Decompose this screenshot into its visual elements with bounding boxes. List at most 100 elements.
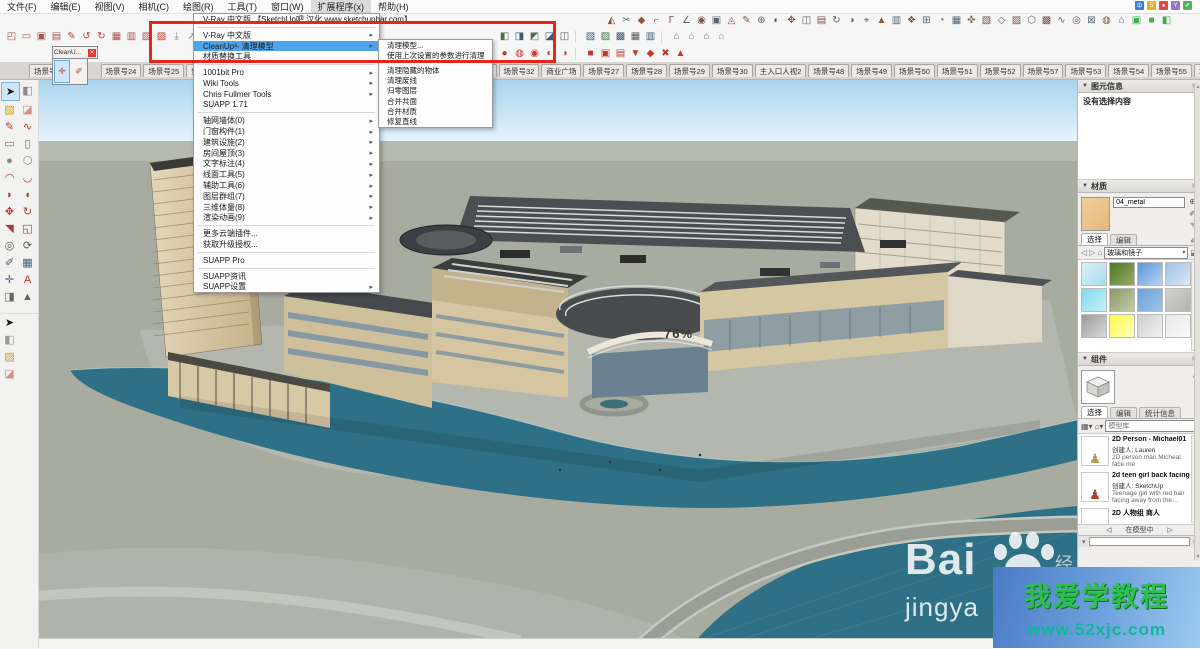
- palette-tool-icon[interactable]: ◨: [1, 288, 18, 305]
- menu-item[interactable]: Wiki Tools▸: [194, 78, 379, 89]
- scene-tab[interactable]: 场景号49: [851, 64, 892, 77]
- tool-icon[interactable]: ↻: [829, 13, 844, 28]
- tool-icon[interactable]: ◔: [934, 13, 949, 28]
- components-header[interactable]: ▼ 组件 ✕: [1078, 352, 1200, 366]
- tool-icon[interactable]: ⌂: [714, 29, 729, 44]
- tool-icon[interactable]: ▭: [19, 29, 34, 44]
- material-swatch[interactable]: [1137, 314, 1163, 338]
- entity-info-header[interactable]: ▼ 图元信息 ✕: [1078, 79, 1200, 93]
- menubar-item[interactable]: 视图(V): [88, 0, 132, 13]
- scene-tab[interactable]: 场景号51: [937, 64, 978, 77]
- menu-item[interactable]: 辅助工具(6)▸: [194, 180, 379, 191]
- tool-icon[interactable]: ▲: [874, 13, 889, 28]
- tool-icon[interactable]: ⬡: [1024, 13, 1039, 28]
- tool-icon[interactable]: ◇: [994, 13, 1009, 28]
- home-icon[interactable]: ⌂: [1097, 248, 1102, 257]
- palette-tool-icon[interactable]: ∿: [19, 118, 36, 135]
- tool-icon[interactable]: ◎: [1069, 13, 1084, 28]
- palette-tool-icon[interactable]: A: [19, 271, 36, 288]
- components-tab-edit[interactable]: 编辑: [1110, 407, 1137, 418]
- component-list-item[interactable]: ♟2D Person - Michael01创建人: Lauren2D pers…: [1081, 436, 1192, 469]
- menu-item[interactable]: 轴网墙体(0)▸: [194, 115, 379, 126]
- tool-icon[interactable]: ■: [583, 46, 598, 61]
- tool-icon[interactable]: ◧: [497, 29, 512, 44]
- tool-icon[interactable]: ▥: [124, 29, 139, 44]
- component-list-item[interactable]: ♟2d teen girl back facing创建人: SketchUpTe…: [1081, 472, 1192, 505]
- palette-tool-icon[interactable]: ◡: [19, 169, 36, 186]
- tool-icon[interactable]: ◉: [527, 46, 542, 61]
- scene-tab[interactable]: 场景号55: [1151, 64, 1192, 77]
- tool-icon[interactable]: ▦: [628, 29, 643, 44]
- tool-icon[interactable]: ◆: [634, 13, 649, 28]
- scene-tab[interactable]: 场景号48: [808, 64, 849, 77]
- view-options-icon[interactable]: ▦▾: [1081, 422, 1093, 431]
- material-swatch[interactable]: [1109, 314, 1135, 338]
- mini-input[interactable]: [1089, 537, 1190, 546]
- tray-icon[interactable]: 5: [1147, 1, 1156, 10]
- menu-item[interactable]: 文字标注(4)▸: [194, 159, 379, 170]
- palette-tool-icon[interactable]: ●: [1, 152, 18, 169]
- palette-tool-icon[interactable]: ⟳: [19, 237, 36, 254]
- tool-icon[interactable]: ◐: [769, 13, 784, 28]
- material-swatch[interactable]: [1081, 314, 1107, 338]
- tool-icon[interactable]: ▣: [598, 46, 613, 61]
- scene-tab[interactable]: 场景号29: [669, 64, 710, 77]
- menu-item[interactable]: Chris Fullmer Tools▸: [194, 89, 379, 100]
- tool-icon[interactable]: ▤: [49, 29, 64, 44]
- scene-tab[interactable]: 场景号25: [143, 64, 184, 77]
- menu-item[interactable]: 建筑设施(2)▸: [194, 137, 379, 148]
- scene-tab[interactable]: 场景号24: [101, 64, 142, 77]
- palette-tool-icon[interactable]: ✛: [1, 271, 18, 288]
- material-swatch[interactable]: [1137, 288, 1163, 312]
- tool-icon[interactable]: ◨: [512, 29, 527, 44]
- menu-item[interactable]: V-Ray 中文版▸: [194, 30, 379, 41]
- tool-icon[interactable]: ▼: [628, 46, 643, 61]
- tool-icon[interactable]: ■: [1144, 13, 1159, 28]
- tray-icon[interactable]: Y: [1171, 1, 1180, 10]
- tool-icon[interactable]: ⌂: [684, 29, 699, 44]
- components-tab-select[interactable]: 选择: [1081, 406, 1108, 418]
- tool-icon[interactable]: ◧: [1159, 13, 1174, 28]
- palette-tool-icon[interactable]: ◪: [19, 101, 36, 118]
- tool-icon[interactable]: ▥: [889, 13, 904, 28]
- tool-icon[interactable]: ◍: [512, 46, 527, 61]
- tool-icon[interactable]: ◑: [844, 13, 859, 28]
- palette-tool-icon[interactable]: ◱: [19, 220, 36, 237]
- model-home-icon[interactable]: ⌂▾: [1095, 422, 1104, 431]
- material-swatch[interactable]: [1137, 262, 1163, 286]
- menu-item[interactable]: SUAPP设置▸: [194, 282, 379, 293]
- tray-icon[interactable]: ●: [1159, 1, 1168, 10]
- material-swatch[interactable]: [1109, 262, 1135, 286]
- tool-icon[interactable]: ◐: [542, 46, 557, 61]
- palette-tool-icon[interactable]: ➤: [1, 314, 18, 331]
- palette-tool-icon[interactable]: ▯: [19, 135, 36, 152]
- tool-icon[interactable]: ⌂: [669, 29, 684, 44]
- palette-tool-icon[interactable]: ◧: [19, 82, 36, 99]
- menu-item[interactable]: SUAPP 1.71: [194, 100, 379, 111]
- components-tab-stats[interactable]: 统计信息: [1139, 407, 1181, 418]
- next-collection-icon[interactable]: ▷: [1168, 526, 1173, 534]
- cleanup-toolbar-titlebar[interactable]: CleanU... ✕: [52, 46, 98, 59]
- menu-item[interactable]: 房间屋顶(3)▸: [194, 148, 379, 159]
- menu-item[interactable]: 线面工具(5)▸: [194, 169, 379, 180]
- menubar-item[interactable]: 帮助(H): [371, 0, 416, 13]
- prev-collection-icon[interactable]: ◁: [1106, 526, 1111, 534]
- tool-icon[interactable]: ▣: [709, 13, 724, 28]
- tool-icon[interactable]: ▨: [154, 29, 169, 44]
- palette-tool-icon[interactable]: ✎: [1, 118, 18, 135]
- submenu-item[interactable]: 合并共面: [379, 96, 492, 106]
- submenu-item[interactable]: 清理模型...: [379, 40, 492, 50]
- material-swatch[interactable]: [1165, 314, 1191, 338]
- tool-icon[interactable]: ◆: [643, 46, 658, 61]
- menu-item[interactable]: 图层群组(7)▸: [194, 191, 379, 202]
- tool-icon[interactable]: ◑: [557, 46, 572, 61]
- scene-tab[interactable]: 场景号53: [1065, 64, 1106, 77]
- tool-icon[interactable]: ◉: [694, 13, 709, 28]
- palette-tool-icon[interactable]: ◥: [1, 220, 18, 237]
- scene-tab[interactable]: 场景号56: [1194, 64, 1200, 77]
- submenu-item[interactable]: 清理隐藏的物体: [379, 65, 492, 75]
- palette-tool-icon[interactable]: ◎: [1, 237, 18, 254]
- menubar-item[interactable]: 工具(T): [221, 0, 265, 13]
- component-list-item[interactable]: ♟♟2D 人物组 商人: [1081, 508, 1192, 524]
- palette-tool-icon[interactable]: ▭: [1, 135, 18, 152]
